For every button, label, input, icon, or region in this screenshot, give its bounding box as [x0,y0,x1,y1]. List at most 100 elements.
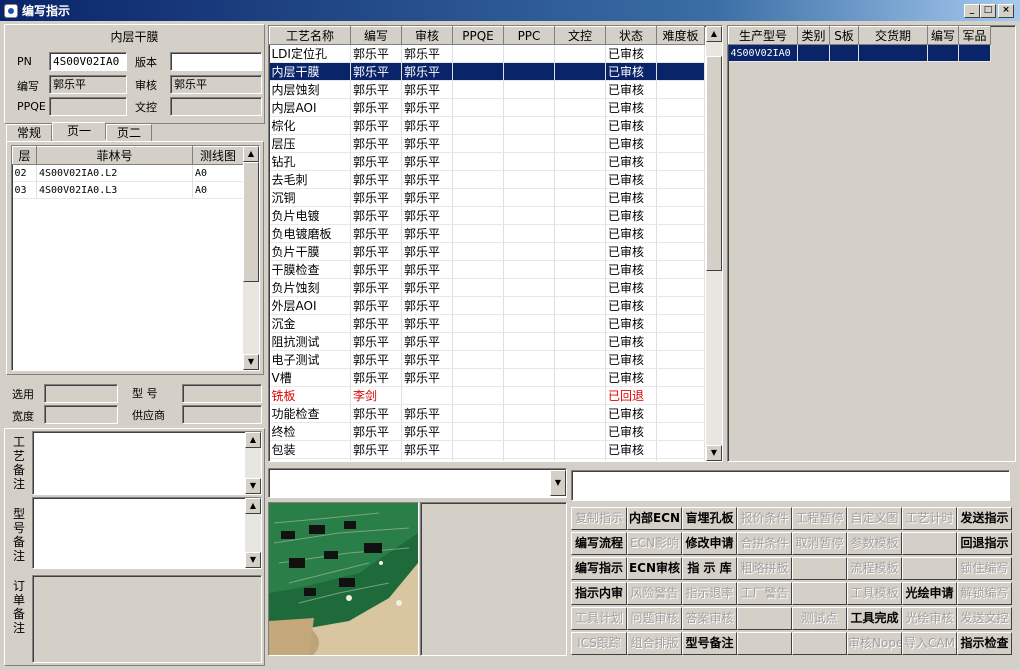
action-button[interactable]: 编写流程 [571,532,627,555]
scroll-up-icon[interactable]: ▲ [245,498,261,514]
minimize-button[interactable]: _ [964,4,980,18]
table-row[interactable]: V槽 郭乐平 郭乐平 已审核 [269,368,705,387]
action-button[interactable]: 指 示 库 [682,557,737,580]
column-header[interactable]: 类别 [797,26,830,45]
scroll-thumb[interactable] [243,162,259,282]
table-row[interactable]: 棕化 郭乐平 郭乐平 已审核 [269,116,705,135]
action-button[interactable]: 光绘申请 [902,582,957,605]
action-button[interactable]: 合拼条件 [737,532,792,555]
table-row[interactable]: 内层蚀刻 郭乐平 郭乐平 已审核 [269,80,705,99]
action-button[interactable] [792,582,847,605]
ppqe-field[interactable] [49,97,127,116]
action-button[interactable]: 流程模板 [847,557,902,580]
action-button[interactable]: 指示检查 [957,632,1012,655]
doc-field[interactable] [170,97,262,116]
table-row[interactable]: 4S00V02IA0 [728,44,991,62]
column-header[interactable]: 难度板 [656,26,705,45]
tab-general[interactable]: 常规 [6,124,52,142]
table-row[interactable]: 成品仓郭乐平郭乐平已审核 [269,458,705,461]
table-row[interactable]: 功能检查 郭乐平 郭乐平 已审核 [269,404,705,423]
table-row[interactable]: 钻孔 郭乐平 郭乐平 已审核 [269,152,705,171]
order-note-field[interactable] [32,575,262,663]
column-header[interactable]: PPC [503,26,555,45]
table-row[interactable]: 沉铜 郭乐平 郭乐平 已审核 [269,188,705,207]
column-header[interactable]: 军品 [958,26,991,45]
process-scrollbar[interactable]: ▲ ▼ [706,26,722,461]
review-field[interactable]: 郭乐平 [170,75,262,94]
model-field[interactable] [182,384,262,403]
action-button[interactable]: 自定义图 [847,507,902,530]
column-header[interactable]: 编写 [350,26,402,45]
scroll-thumb[interactable] [706,56,722,271]
filter-combo[interactable]: ▼ [268,468,567,498]
table-row[interactable]: 负片蚀刻 郭乐平 郭乐平 已审核 [269,278,705,297]
supplier-field[interactable] [182,405,262,424]
action-button[interactable] [792,632,847,655]
table-row[interactable]: 内层干膜 郭乐平 郭乐平 已审核 [269,62,705,81]
table-row[interactable]: LDI定位孔 郭乐平 郭乐平 已审核 [269,44,705,63]
action-button[interactable]: 编写指示 [571,557,627,580]
action-button[interactable]: ECN影响 [627,532,682,555]
model-note-field[interactable]: ▲ ▼ [32,497,262,569]
action-button[interactable]: 导入CAM [902,632,957,655]
action-button[interactable]: 锁住编写 [957,557,1012,580]
column-header[interactable]: 交货期 [858,26,928,45]
table-row[interactable]: 沉金 郭乐平 郭乐平 已审核 [269,314,705,333]
action-button[interactable]: 发送指示 [957,507,1012,530]
author-field[interactable]: 郭乐平 [49,75,127,94]
action-button[interactable]: 复制指示 [571,507,627,530]
dropdown-arrow-icon[interactable]: ▼ [550,470,566,496]
action-button[interactable]: 工厂警告 [737,582,792,605]
action-button[interactable]: 问题审核 [627,607,682,630]
action-button[interactable]: 回退指示 [957,532,1012,555]
action-button[interactable]: 解锁编写 [957,582,1012,605]
command-input[interactable] [571,470,1010,501]
col-film[interactable]: 菲林号 [36,146,193,165]
action-button[interactable]: 取消暂停 [792,532,847,555]
column-header[interactable]: 状态 [605,26,657,45]
model-note-scrollbar[interactable]: ▲ ▼ [245,498,261,568]
action-button[interactable]: 指示内审 [571,582,627,605]
scroll-up-icon[interactable]: ▲ [243,146,259,162]
scroll-down-icon[interactable]: ▼ [706,445,722,461]
version-field[interactable] [170,52,262,71]
action-button[interactable]: ECN审核 [627,557,682,580]
table-row[interactable]: 外层AOI 郭乐平 郭乐平 已审核 [269,296,705,315]
action-button[interactable] [737,607,792,630]
scroll-down-icon[interactable]: ▼ [243,354,259,370]
width-field[interactable] [44,405,118,424]
action-button[interactable]: 报价条件 [737,507,792,530]
table-row[interactable]: 负片干膜 郭乐平 郭乐平 已审核 [269,242,705,261]
process-note-scrollbar[interactable]: ▲ ▼ [245,432,261,494]
action-button[interactable]: 粗略拼板 [737,557,792,580]
action-button[interactable]: 工具完成 [847,607,902,630]
column-header[interactable]: 审核 [401,26,453,45]
action-button[interactable]: 参数模板 [847,532,902,555]
table-row[interactable]: 03 4S00V02IA0.L3 A0 [12,181,244,199]
table-row[interactable]: 终检 郭乐平 郭乐平 已审核 [269,422,705,441]
table-row[interactable]: 干膜检查 郭乐平 郭乐平 已审核 [269,260,705,279]
select-field[interactable] [44,384,118,403]
action-button[interactable] [792,557,847,580]
action-button[interactable]: 测试点 [792,607,847,630]
scroll-down-icon[interactable]: ▼ [245,478,261,494]
table-row[interactable]: 电子测试 郭乐平 郭乐平 已审核 [269,350,705,369]
action-button[interactable]: 光绘审核 [902,607,957,630]
pn-field[interactable]: 4S00V02IA0 [49,52,127,71]
close-button[interactable]: × [998,4,1014,18]
action-button[interactable]: 发送文控 [957,607,1012,630]
action-button[interactable]: 指示退率 [682,582,737,605]
action-button[interactable]: 工具模板 [847,582,902,605]
action-button[interactable]: 风险警告 [627,582,682,605]
table-row[interactable]: 02 4S00V02IA0.L2 A0 [12,164,244,182]
column-header[interactable]: 生产型号 [728,26,798,45]
table-row[interactable]: 铣板 李剑 已回退 [269,386,705,405]
scroll-up-icon[interactable]: ▲ [706,26,722,42]
tab-page1[interactable]: 页一 [52,122,106,140]
tab-page2[interactable]: 页二 [106,124,152,142]
action-button[interactable]: 型号备注 [682,632,737,655]
scroll-up-icon[interactable]: ▲ [245,432,261,448]
maximize-button[interactable]: □ [980,4,996,18]
column-header[interactable]: 工艺名称 [269,26,351,45]
process-note-field[interactable]: ▲ ▼ [32,431,262,495]
